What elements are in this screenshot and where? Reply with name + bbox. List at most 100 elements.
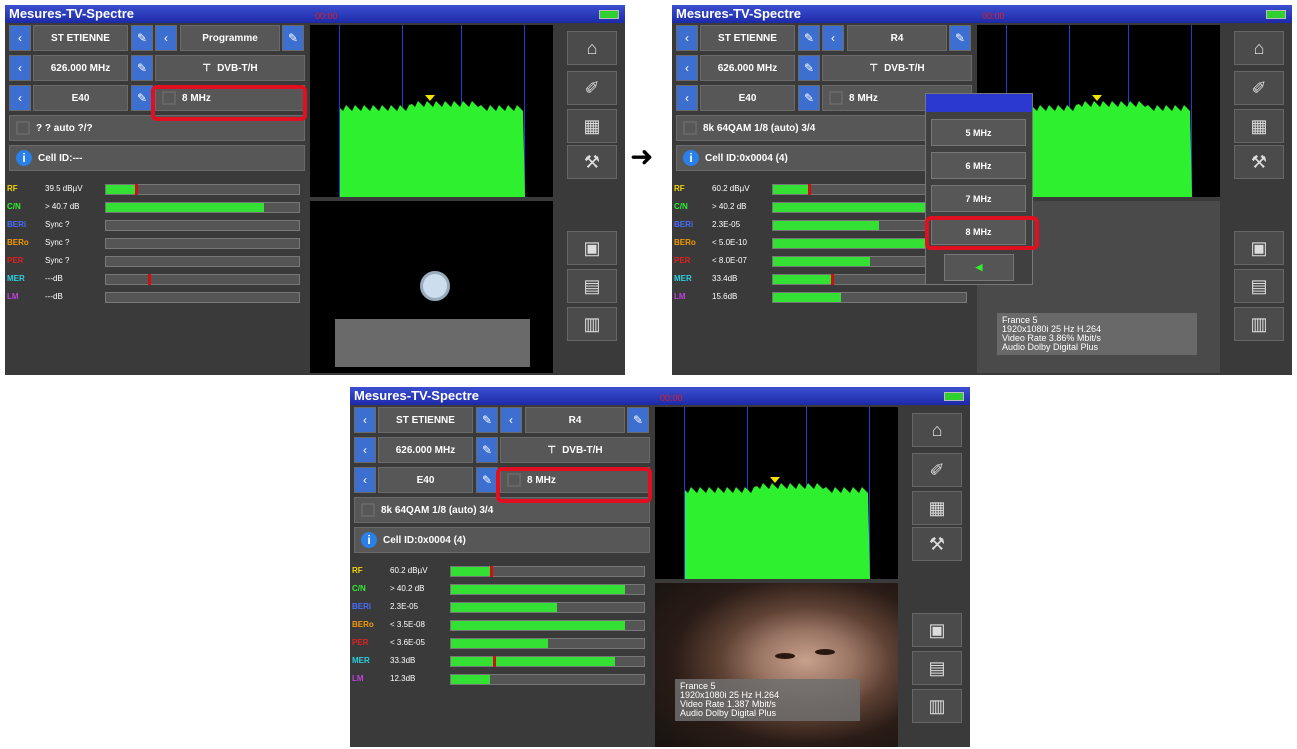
program-button[interactable]: R4 — [525, 407, 625, 433]
tools-icon[interactable]: ⚒ — [1234, 145, 1284, 179]
back-arrow-icon: ◀ — [975, 262, 983, 272]
prev-arrow-icon[interactable]: ‹ — [354, 437, 376, 463]
spectrum-icon[interactable]: ▦ — [1234, 109, 1284, 143]
home-icon[interactable]: ⌂ — [1234, 31, 1284, 65]
arrow-right-icon: ➜ — [630, 141, 654, 172]
location-button[interactable]: ST ETIENNE — [378, 407, 473, 433]
prev-arrow-icon[interactable]: ‹ — [676, 25, 698, 51]
meter-row: LM ---dB — [5, 289, 307, 306]
edit-icon[interactable]: ✎ — [949, 25, 971, 51]
meter-fill — [451, 639, 548, 648]
edit-icon[interactable]: ✎ — [476, 407, 498, 433]
frequency-button[interactable]: 626.000 MHz — [378, 437, 473, 463]
edit-icon[interactable]: ✎ — [131, 25, 153, 51]
spectrum-icon[interactable]: ▦ — [567, 109, 617, 143]
prev-arrow-icon[interactable]: ‹ — [500, 407, 522, 433]
spectrum-icon[interactable]: ▦ — [912, 491, 962, 525]
location-button[interactable]: ST ETIENNE — [700, 25, 795, 51]
spectrum-fill — [685, 483, 870, 579]
title-bar: Mesures-TV-Spectre 00:00 — [5, 5, 625, 23]
list-icon[interactable]: ▤ — [912, 651, 962, 685]
grid-icon[interactable]: ▣ — [912, 613, 962, 647]
meter-marker — [489, 566, 493, 577]
edit-icon[interactable]: ✎ — [627, 407, 649, 433]
meter-bar — [450, 602, 645, 613]
program-button[interactable]: Programme — [180, 25, 280, 51]
prev-arrow-icon[interactable]: ‹ — [9, 25, 31, 51]
bandwidth-option[interactable]: 5 MHz — [931, 119, 1026, 146]
standard-button[interactable]: ⊤ DVB-T/H — [500, 437, 650, 463]
list-icon[interactable]: ▤ — [1234, 269, 1284, 303]
prev-arrow-icon[interactable]: ‹ — [354, 467, 376, 493]
meter-value: > 40.7 dB — [45, 202, 80, 211]
grid-icon[interactable]: ▣ — [567, 231, 617, 265]
clock: 00:00 — [982, 11, 1005, 21]
channel-button[interactable]: E40 — [700, 85, 795, 111]
search-icon[interactable] — [420, 271, 450, 301]
standard-label: DVB-T/H — [884, 62, 925, 74]
channel-button[interactable]: E40 — [378, 467, 473, 493]
frequency-button[interactable]: 626.000 MHz — [33, 55, 128, 81]
tools-icon[interactable]: ⚒ — [567, 145, 617, 179]
meter-bar — [105, 256, 300, 267]
frequency-button[interactable]: 626.000 MHz — [700, 55, 795, 81]
edit-icon[interactable]: ✎ — [282, 25, 304, 51]
meter-row: PER < 3.6E-05 — [350, 635, 652, 652]
chart-icon[interactable]: ▥ — [567, 307, 617, 341]
highlight-box — [925, 216, 1039, 250]
list-icon[interactable]: ▤ — [567, 269, 617, 303]
home-icon[interactable]: ⌂ — [912, 413, 962, 447]
spectrum-display[interactable] — [655, 407, 898, 579]
meter-value: > 40.2 dB — [712, 202, 747, 211]
checkbox-icon — [361, 503, 375, 517]
grid-icon[interactable]: ▣ — [1234, 231, 1284, 265]
standard-button[interactable]: ⊤ DVB-T/H — [822, 55, 972, 81]
measure-icon[interactable]: ✐ — [912, 453, 962, 487]
edit-icon[interactable]: ✎ — [131, 85, 153, 111]
meter-row: BERo Sync ? — [5, 235, 307, 252]
meter-value: 39.5 dBµV — [45, 184, 83, 193]
row-location: ‹ ST ETIENNE ✎ ‹ R4 ✎ — [350, 407, 652, 435]
prev-arrow-icon[interactable]: ‹ — [9, 55, 31, 81]
edit-icon[interactable]: ✎ — [476, 467, 498, 493]
bandwidth-option[interactable]: 6 MHz — [931, 152, 1026, 179]
back-button[interactable]: ◀ — [944, 254, 1014, 281]
meter-label: MER — [7, 274, 25, 283]
checkbox-icon — [683, 121, 697, 135]
edit-icon[interactable]: ✎ — [131, 55, 153, 81]
location-button[interactable]: ST ETIENNE — [33, 25, 128, 51]
channel-button[interactable]: E40 — [33, 85, 128, 111]
prev-arrow-icon[interactable]: ‹ — [676, 55, 698, 81]
measure-icon[interactable]: ✐ — [567, 71, 617, 105]
row-cell: i Cell ID:0x0004 (4) — [350, 527, 652, 555]
edit-icon[interactable]: ✎ — [798, 25, 820, 51]
home-icon[interactable]: ⌂ — [567, 31, 617, 65]
edit-icon[interactable]: ✎ — [798, 85, 820, 111]
prev-arrow-icon[interactable]: ‹ — [155, 25, 177, 51]
chart-icon[interactable]: ▥ — [1234, 307, 1284, 341]
edit-icon[interactable]: ✎ — [476, 437, 498, 463]
highlight-box — [496, 467, 652, 503]
meter-label: LM — [7, 292, 19, 301]
prev-arrow-icon[interactable]: ‹ — [9, 85, 31, 111]
measure-icon[interactable]: ✐ — [1234, 71, 1284, 105]
spectrum-fill — [1007, 101, 1192, 197]
screen-before: Mesures-TV-Spectre 00:00 ‹ ST ETIENNE ✎ ‹ Prog… — [5, 5, 625, 375]
meter-fill — [773, 239, 947, 248]
meter-label: BERo — [352, 620, 374, 629]
program-button[interactable]: R4 — [847, 25, 947, 51]
prev-arrow-icon[interactable]: ‹ — [354, 407, 376, 433]
prev-arrow-icon[interactable]: ‹ — [676, 85, 698, 111]
chart-icon[interactable]: ▥ — [912, 689, 962, 723]
tools-icon[interactable]: ⚒ — [912, 527, 962, 561]
prev-arrow-icon[interactable]: ‹ — [822, 25, 844, 51]
spectrum-display[interactable] — [310, 25, 553, 197]
bandwidth-option[interactable]: 7 MHz — [931, 185, 1026, 212]
standard-button[interactable]: ⊤ DVB-T/H — [155, 55, 305, 81]
cell-info-button[interactable]: i Cell ID:--- — [9, 145, 305, 171]
cell-info-button[interactable]: i Cell ID:0x0004 (4) — [354, 527, 650, 553]
edit-icon[interactable]: ✎ — [798, 55, 820, 81]
modulation-label: ? ? auto ?/? — [36, 122, 93, 134]
meter-value: Sync ? — [45, 238, 70, 247]
meter-value: > 40.2 dB — [390, 584, 425, 593]
